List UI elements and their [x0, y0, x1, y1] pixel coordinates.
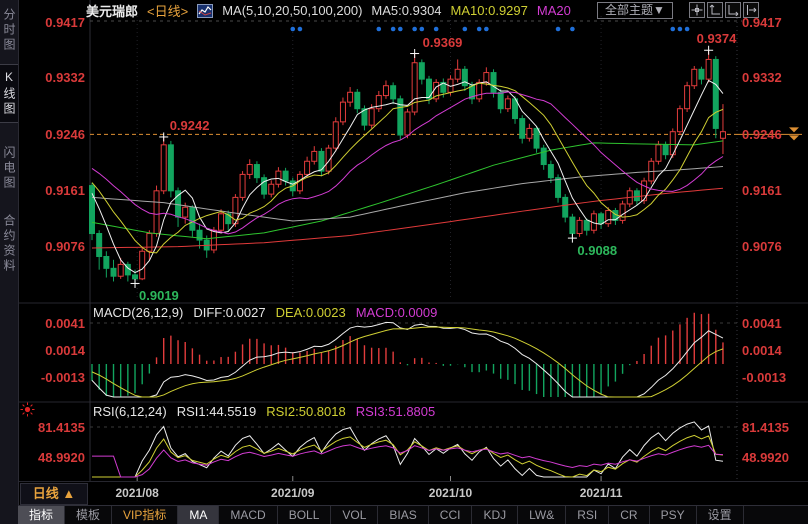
- price-annotation: 0.9374: [697, 31, 737, 46]
- x-axis-label: 2021/08: [102, 486, 172, 500]
- kline-style-icon[interactable]: [197, 4, 213, 18]
- main-axis-tick: 0.9076: [22, 239, 85, 254]
- bottom-tab[interactable]: CR: [609, 506, 649, 524]
- rsi2-value: RSI2:50.8018: [266, 404, 346, 419]
- main-axis-tick: 0.9332: [22, 70, 85, 85]
- indicator-tab-bar: 指标模板VIP指标MAMACDBOLLVOLBIASCCIKDJLW&RSICR…: [18, 505, 808, 524]
- rsi3-value: RSI3:51.8805: [356, 404, 436, 419]
- macd-axis-tick: 0.0041: [742, 316, 806, 331]
- bottom-tab[interactable]: BOLL: [278, 506, 332, 524]
- bottom-tab[interactable]: LW&: [518, 506, 566, 524]
- bottom-tab[interactable]: KDJ: [472, 506, 518, 524]
- price-annotation: 0.9369: [423, 35, 463, 50]
- zoom-y-axis-icon[interactable]: [707, 2, 723, 18]
- crosshair-icon[interactable]: [689, 2, 705, 18]
- chart-canvas[interactable]: [0, 0, 808, 524]
- period-selector-dropdown[interactable]: 日线 ▲: [20, 483, 88, 505]
- chart-header: 美元瑞郎 <日线> MA(5,10,20,50,100,200) MA5:0.9…: [86, 2, 571, 19]
- chevron-up-icon: ▲: [62, 486, 75, 501]
- macd-diff-value: DIFF:0.0027: [193, 305, 265, 320]
- price-annotation: 0.9088: [577, 243, 617, 258]
- macd-axis-tick: -0.0013: [22, 370, 85, 385]
- macd-axis-tick: 0.0041: [22, 316, 85, 331]
- bottom-tab[interactable]: BIAS: [378, 506, 428, 524]
- price-annotation: 0.9019: [139, 288, 179, 303]
- instrument-title: 美元瑞郎: [86, 1, 138, 20]
- period-selector-label: 日线: [33, 486, 59, 501]
- rsi-axis-tick: 48.9920: [22, 450, 85, 465]
- price-annotation: 0.9242: [170, 118, 210, 133]
- chart-toolbar: [689, 2, 759, 18]
- main-axis-tick: 0.9332: [742, 70, 806, 85]
- rsi-axis-tick: 48.9920: [742, 450, 806, 465]
- sidebar-item[interactable]: 分时图: [0, 8, 18, 53]
- sidebar-item[interactable]: K线图: [0, 64, 18, 123]
- main-axis-tick: 0.9417: [22, 15, 85, 30]
- ma20-value: MA20: [537, 3, 571, 18]
- macd-value: MACD:0.0009: [356, 305, 438, 320]
- rsi-axis-tick: 81.4135: [22, 420, 85, 435]
- bottom-tab[interactable]: CCI: [429, 506, 473, 524]
- main-axis-tick: 0.9246: [22, 127, 85, 142]
- bottom-tab[interactable]: VOL: [331, 506, 378, 524]
- macd-panel-header: MACD(26,12,9) DIFF:0.0027 DEA:0.0023 MAC…: [93, 305, 437, 320]
- x-axis-label: 2021/09: [258, 486, 328, 500]
- x-axis-label: 2021/10: [416, 486, 486, 500]
- sidebar-item[interactable]: 闪电图: [0, 146, 18, 191]
- rsi-axis-tick: 81.4135: [742, 420, 806, 435]
- ma-settings-label: MA(5,10,20,50,100,200): [222, 3, 362, 18]
- bottom-tab[interactable]: 指标: [18, 506, 65, 524]
- main-axis-tick: 0.9161: [22, 183, 85, 198]
- macd-axis-tick: 0.0014: [742, 343, 806, 358]
- bottom-tab[interactable]: PSY: [650, 506, 697, 524]
- bottom-tab[interactable]: 设置: [697, 506, 744, 524]
- pan-right-icon[interactable]: [743, 2, 759, 18]
- theme-dropdown[interactable]: 全部主题▼: [597, 2, 673, 19]
- ma10-value: MA10:0.9297: [451, 3, 528, 18]
- macd-axis-tick: -0.0013: [742, 370, 806, 385]
- macd-dea-value: DEA:0.0023: [276, 305, 346, 320]
- macd-params: MACD(26,12,9): [93, 305, 183, 320]
- bottom-tab[interactable]: VIP指标: [112, 506, 178, 524]
- trading-app-window: 分时图 K线图闪电图合约资料 美元瑞郎 <日线> MA(5,10,20,50,10…: [0, 0, 808, 524]
- ma5-value: MA5:0.9304: [371, 3, 441, 18]
- left-sidebar: 分时图 K线图闪电图合约资料: [0, 0, 19, 524]
- sidebar-item[interactable]: 合约资料: [0, 214, 18, 274]
- rsi1-value: RSI1:44.5519: [177, 404, 257, 419]
- bottom-tab[interactable]: 模板: [65, 506, 112, 524]
- main-axis-tick: 0.9161: [742, 183, 806, 198]
- bottom-tab[interactable]: RSI: [566, 506, 609, 524]
- x-axis-label: 2021/11: [566, 486, 636, 500]
- bottom-tab[interactable]: MA: [178, 506, 219, 524]
- period-tag: <日线>: [147, 1, 188, 20]
- main-axis-tick: 0.9076: [742, 239, 806, 254]
- zoom-x-axis-icon[interactable]: [725, 2, 741, 18]
- rsi-panel-header: RSI(6,12,24) RSI1:44.5519 RSI2:50.8018 R…: [93, 404, 435, 419]
- main-axis-tick: 0.9246: [742, 127, 806, 142]
- macd-axis-tick: 0.0014: [22, 343, 85, 358]
- rsi-params: RSI(6,12,24): [93, 404, 167, 419]
- bottom-tab[interactable]: MACD: [219, 506, 277, 524]
